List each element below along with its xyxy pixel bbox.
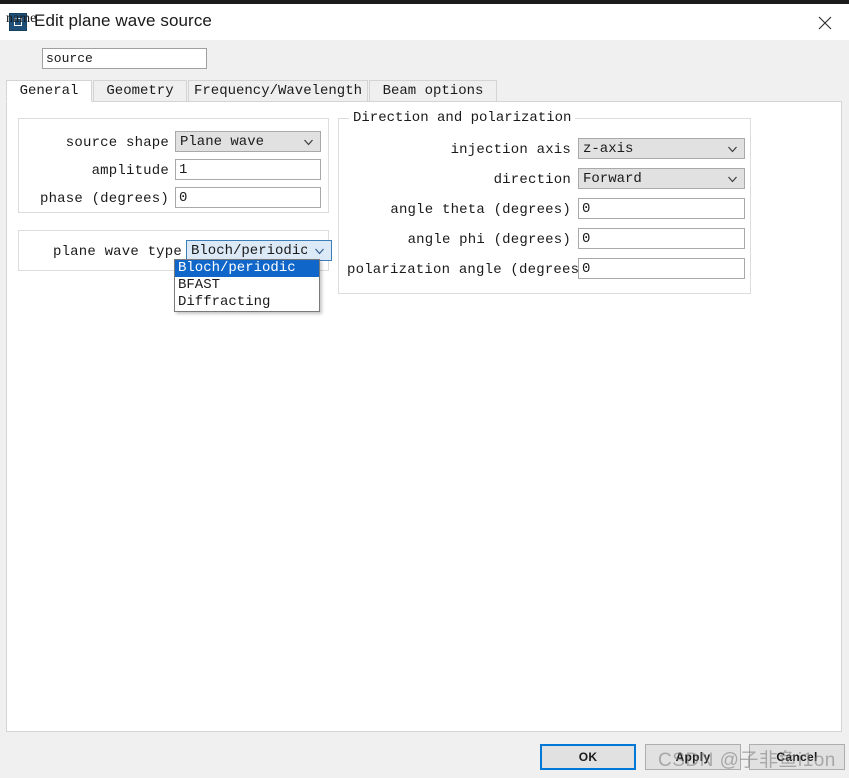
cancel-button[interactable]: Cancel xyxy=(749,744,845,770)
tab-bar: General Geometry Frequency/Wavelength Be… xyxy=(6,80,842,102)
source-shape-label: source shape xyxy=(65,135,169,151)
direction-value: Forward xyxy=(583,171,642,187)
direction-polarization-legend: Direction and polarization xyxy=(349,110,576,126)
polarization-angle-input[interactable] xyxy=(578,258,745,279)
source-shape-value: Plane wave xyxy=(180,134,265,150)
angle-phi-input[interactable] xyxy=(578,228,745,249)
dropdown-option-diffracting[interactable]: Diffracting xyxy=(175,294,319,311)
phase-input[interactable] xyxy=(175,187,321,208)
direction-combo[interactable]: Forward xyxy=(578,168,745,189)
polarization-angle-label: polarization angle (degrees) xyxy=(347,262,588,278)
chevron-down-icon xyxy=(304,139,313,146)
chevron-down-icon xyxy=(728,176,737,183)
window-title: Edit plane wave source xyxy=(34,11,212,30)
source-shape-combo[interactable]: Plane wave xyxy=(175,131,321,152)
plane-wave-type-dropdown[interactable]: Bloch/periodic BFAST Diffracting xyxy=(174,259,320,312)
amplitude-label: amplitude xyxy=(91,163,169,179)
tab-geometry[interactable]: Geometry xyxy=(93,80,187,102)
angle-phi-label: angle phi (degrees) xyxy=(407,232,571,248)
tab-panel-general: source shape Plane wave amplitude phase … xyxy=(6,101,842,732)
chevron-down-icon xyxy=(728,146,737,153)
tab-general[interactable]: General xyxy=(6,80,92,102)
dropdown-option-bloch-periodic[interactable]: Bloch/periodic xyxy=(175,260,319,277)
plane-wave-type-label: plane wave type xyxy=(52,244,182,260)
amplitude-input[interactable] xyxy=(175,159,321,180)
plane-wave-type-combo[interactable]: Bloch/periodic xyxy=(186,240,332,261)
direction-label: direction xyxy=(493,172,571,188)
close-button[interactable] xyxy=(801,4,849,40)
angle-theta-label: angle theta (degrees) xyxy=(390,202,571,218)
tab-beam-options[interactable]: Beam options xyxy=(369,80,497,102)
source-settings-group: source shape Plane wave amplitude phase … xyxy=(18,118,329,213)
chevron-down-icon xyxy=(315,248,324,255)
angle-theta-input[interactable] xyxy=(578,198,745,219)
injection-axis-combo[interactable]: z-axis xyxy=(578,138,745,159)
dropdown-option-bfast[interactable]: BFAST xyxy=(175,277,319,294)
name-label: name xyxy=(6,11,37,26)
apply-button[interactable]: Apply xyxy=(645,744,741,770)
direction-polarization-group: Direction and polarization injection axi… xyxy=(338,110,751,294)
name-input[interactable] xyxy=(42,48,207,69)
injection-axis-value: z-axis xyxy=(583,141,634,157)
edit-plane-wave-source-dialog: Edit plane wave source name General Geom… xyxy=(0,0,849,778)
tab-frequency-wavelength[interactable]: Frequency/Wavelength xyxy=(188,80,368,102)
close-icon xyxy=(818,16,832,30)
injection-axis-label: injection axis xyxy=(450,142,571,158)
phase-label: phase (degrees) xyxy=(39,191,169,207)
title-bar: Edit plane wave source xyxy=(0,4,849,40)
ok-button[interactable]: OK xyxy=(540,744,636,770)
